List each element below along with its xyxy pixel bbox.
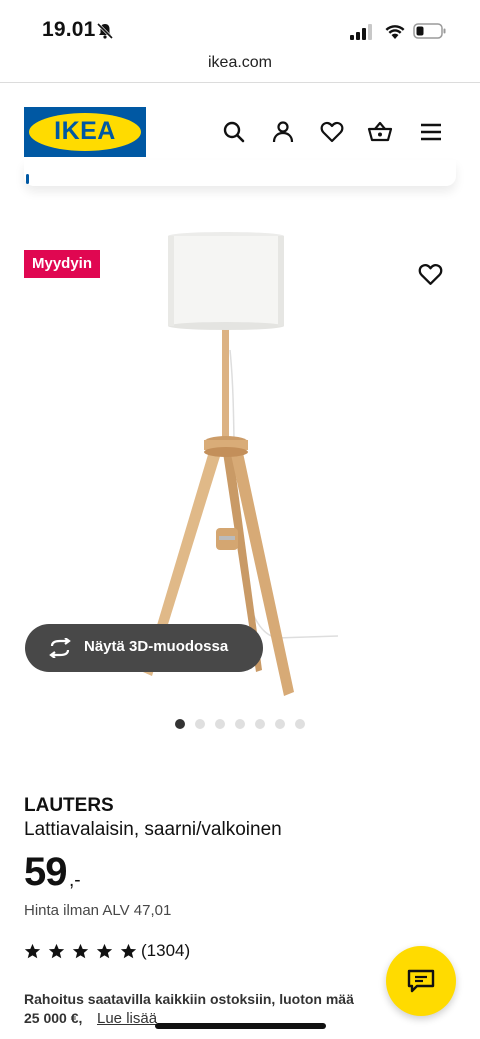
rotate-3d-icon <box>49 638 71 658</box>
carousel-dot[interactable] <box>295 719 305 729</box>
product-price: 59 <box>24 850 67 894</box>
chat-button[interactable] <box>386 946 456 1016</box>
carousel-dot[interactable] <box>235 719 245 729</box>
chat-icon <box>407 969 435 993</box>
star-icon <box>48 943 65 959</box>
read-more-link[interactable]: Lue lisää <box>97 1010 157 1027</box>
user-icon[interactable] <box>270 119 296 145</box>
bell-slash-icon <box>96 22 114 40</box>
star-icon <box>24 943 41 959</box>
financing-text: Rahoitus saatavilla kaikkiin ostoksiin, … <box>24 991 354 1007</box>
logo-text: IKEA <box>54 117 116 145</box>
price-suffix: ,- <box>69 870 81 891</box>
search-icon[interactable] <box>221 119 247 145</box>
ikea-logo[interactable]: IKEA <box>24 107 146 157</box>
product-gallery[interactable]: Myydyin Näytä 3D-muodossa <box>0 210 480 710</box>
carousel-dot[interactable] <box>215 719 225 729</box>
carousel-dot[interactable] <box>175 719 185 729</box>
wifi-icon <box>385 25 405 39</box>
product-name: LAUTERS <box>24 795 114 816</box>
financing-amount: 25 000 €, <box>24 1010 83 1026</box>
subnav-card <box>24 160 456 186</box>
price-excl-vat: Hinta ilman ALV 47,01 <box>24 902 172 919</box>
url-bar[interactable]: ikea.com <box>0 54 480 82</box>
star-icon <box>120 943 137 959</box>
view-3d-label: Näytä 3D-muodossa <box>84 638 229 655</box>
carousel-dot[interactable] <box>195 719 205 729</box>
cart-icon[interactable] <box>367 119 393 145</box>
home-indicator <box>155 1023 326 1029</box>
subnav-accent <box>26 174 29 184</box>
battery-icon <box>413 23 446 39</box>
carousel-dot[interactable] <box>275 719 285 729</box>
bestseller-badge: Myydyin <box>24 250 101 278</box>
status-time: 19.01 <box>42 18 96 41</box>
add-to-favourites-icon[interactable] <box>417 261 444 288</box>
view-3d-button[interactable]: Näytä 3D-muodossa <box>25 624 263 672</box>
carousel-dot[interactable] <box>255 719 265 729</box>
star-icon <box>72 943 89 959</box>
product-description: Lattiavalaisin, saarni/valkoinen <box>24 819 282 840</box>
star-icon <box>96 943 113 959</box>
review-count[interactable]: (1304) <box>141 941 190 961</box>
menu-icon[interactable] <box>418 119 444 145</box>
heart-icon[interactable] <box>319 119 345 145</box>
url-text: ikea.com <box>207 54 273 71</box>
signal-icon <box>350 24 372 40</box>
status-bar: 19.01 <box>0 0 480 54</box>
